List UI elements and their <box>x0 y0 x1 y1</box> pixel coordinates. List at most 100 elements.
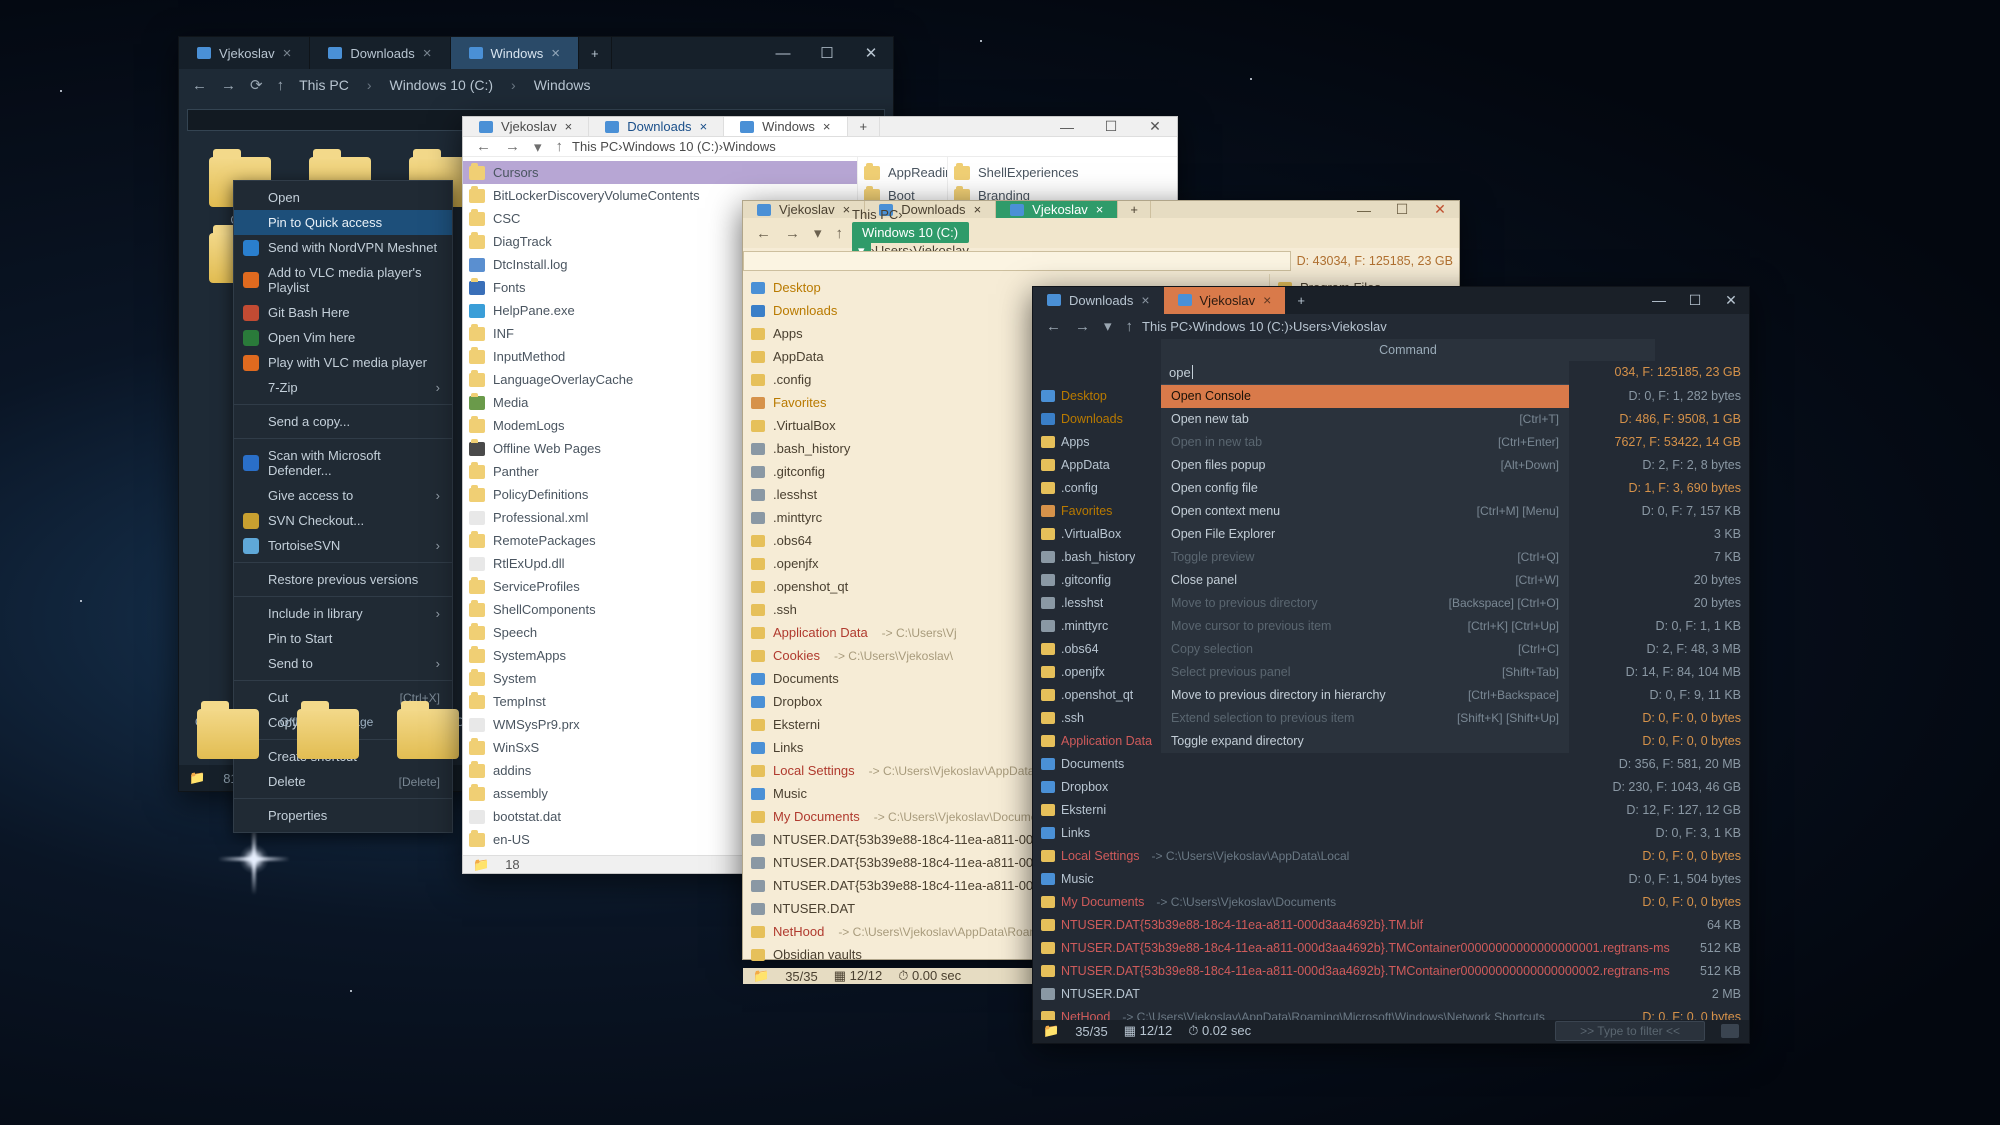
tab-vjekoslav[interactable]: Vjekoslav× <box>996 201 1118 218</box>
close-tab-icon[interactable]: × <box>283 45 292 62</box>
close-icon[interactable]: ✕ <box>1421 201 1459 218</box>
tab-windows[interactable]: Windows× <box>724 117 847 136</box>
file-row[interactable]: .lesshst <box>1033 592 1161 615</box>
settings-icon[interactable] <box>1721 1024 1739 1038</box>
crumb-segment[interactable]: Windows 10 (C:) <box>1193 319 1289 334</box>
command-search-input[interactable]: ope <box>1161 361 1569 385</box>
close-tab-icon[interactable]: × <box>1263 292 1271 308</box>
command-item[interactable]: Extend selection to previous item[Shift+… <box>1161 707 1569 730</box>
file-row[interactable]: NTUSER.DAT{53b39e88-18c4-11ea-a811-000d3… <box>1033 937 1749 960</box>
command-item[interactable]: Open context menu[Ctrl+M] [Menu] <box>1161 500 1569 523</box>
file-row[interactable]: .obs64 <box>1033 638 1161 661</box>
menu-item[interactable]: Send with NordVPN Meshnet <box>234 235 452 260</box>
new-tab-button[interactable]: + <box>1285 287 1317 314</box>
file-row[interactable]: AppData <box>1033 454 1161 477</box>
back-icon[interactable]: ← <box>471 138 496 155</box>
maximize-icon[interactable]: ☐ <box>805 37 849 69</box>
file-row[interactable]: .gitconfig <box>1033 569 1161 592</box>
file-row[interactable]: NTUSER.DAT{53b39e88-18c4-11ea-a811-000d3… <box>1033 914 1749 937</box>
tab-vjekoslav[interactable]: Vjekoslav× <box>179 37 310 69</box>
menu-item[interactable]: Pin to Start <box>234 626 452 651</box>
close-icon[interactable]: ✕ <box>1713 287 1749 314</box>
maximize-icon[interactable]: ☐ <box>1089 117 1133 136</box>
menu-item[interactable]: 7-Zip› <box>234 375 452 400</box>
file-row[interactable]: Desktop <box>1033 385 1161 408</box>
menu-item[interactable]: Restore previous versions <box>234 567 452 592</box>
close-tab-icon[interactable]: × <box>423 45 432 62</box>
crumb-segment[interactable]: This PC <box>293 75 355 95</box>
command-item[interactable]: Open in new tab[Ctrl+Enter] <box>1161 431 1569 454</box>
menu-item[interactable]: Send a copy... <box>234 409 452 434</box>
tab-downloads[interactable]: Downloads× <box>589 117 724 136</box>
refresh-icon[interactable]: ⟳ <box>245 76 268 94</box>
command-item[interactable]: Open new tab[Ctrl+T] <box>1161 408 1569 431</box>
file-row[interactable]: AppReadiness <box>858 161 947 184</box>
crumb-segment[interactable]: This PC <box>1142 319 1188 334</box>
menu-item[interactable]: Scan with Microsoft Defender... <box>234 443 452 483</box>
minimize-icon[interactable]: — <box>1045 117 1089 136</box>
command-item[interactable]: Move cursor to previous item[Ctrl+K] [Ct… <box>1161 615 1569 638</box>
file-row[interactable]: .openshot_qt <box>1033 684 1161 707</box>
crumb-segment[interactable]: Windows <box>723 139 776 154</box>
file-row[interactable]: NTUSER.DAT{53b39e88-18c4-11ea-a811-000d3… <box>1033 960 1749 983</box>
menu-item[interactable]: Add to VLC media player's Playlist <box>234 260 452 300</box>
crumb-segment[interactable]: Windows 10 (C:) <box>623 139 719 154</box>
file-row[interactable]: Cursors <box>463 161 857 184</box>
file-row[interactable]: Application Data <box>1033 730 1161 753</box>
file-row[interactable]: EksterniD: 12, F: 127, 12 GB <box>1033 799 1749 822</box>
menu-item[interactable]: Pin to Quick access <box>234 210 452 235</box>
menu-item[interactable]: Include in library› <box>234 601 452 626</box>
file-row[interactable]: Apps <box>1033 431 1161 454</box>
back-icon[interactable]: ← <box>1041 318 1066 335</box>
command-item[interactable]: Open config file <box>1161 477 1569 500</box>
breadcrumb[interactable]: This PC›Windows 10 (C:)›Windows <box>572 139 776 154</box>
crumb-segment[interactable]: Users <box>1293 319 1327 334</box>
new-tab-button[interactable]: + <box>848 117 881 136</box>
command-item[interactable]: Move to previous directory[Backspace] [C… <box>1161 592 1569 615</box>
close-tab-icon[interactable]: × <box>974 202 982 217</box>
menu-item[interactable]: Play with VLC media player <box>234 350 452 375</box>
history-icon[interactable]: ▾ <box>809 224 827 242</box>
file-row[interactable]: NTUSER.DAT2 MB <box>1033 983 1749 1006</box>
breadcrumb[interactable]: This PC›Windows 10 (C:)›Windows <box>293 75 596 95</box>
crumb-segment[interactable]: This PC <box>852 207 898 222</box>
maximize-icon[interactable]: ☐ <box>1677 287 1713 314</box>
close-tab-icon[interactable]: × <box>551 45 560 62</box>
file-row[interactable]: Local Settings-> C:\Users\Vjekoslav\AppD… <box>1033 845 1749 868</box>
menu-item[interactable]: SVN Checkout... <box>234 508 452 533</box>
tab-windows[interactable]: Windows× <box>451 37 580 69</box>
up-icon[interactable]: ↑ <box>272 77 290 94</box>
forward-icon[interactable]: → <box>216 77 241 94</box>
command-item[interactable]: Open files popup[Alt+Down] <box>1161 454 1569 477</box>
menu-item[interactable]: Git Bash Here <box>234 300 452 325</box>
tab-vjekoslav[interactable]: Vjekoslav× <box>463 117 589 136</box>
file-row[interactable]: .config <box>1033 477 1161 500</box>
crumb-segment[interactable]: Windows 10 (C:) <box>384 75 499 95</box>
crumb-segment[interactable]: Windows <box>528 75 597 95</box>
file-row[interactable]: .VirtualBox <box>1033 523 1161 546</box>
menu-item[interactable]: Properties <box>234 803 452 828</box>
menu-item[interactable]: Give access to› <box>234 483 452 508</box>
tab-vjekoslav[interactable]: Vjekoslav× <box>1164 287 1286 314</box>
command-item[interactable]: Open Console <box>1161 385 1569 408</box>
address-input[interactable] <box>743 251 1291 271</box>
command-item[interactable]: Toggle preview[Ctrl+Q] <box>1161 546 1569 569</box>
close-tab-icon[interactable]: × <box>700 119 708 134</box>
filter-input[interactable]: >> Type to filter << <box>1555 1021 1705 1041</box>
command-item[interactable]: Close panel[Ctrl+W] <box>1161 569 1569 592</box>
tab-downloads[interactable]: Downloads× <box>310 37 450 69</box>
file-row[interactable]: Downloads <box>1033 408 1161 431</box>
file-row[interactable]: DocumentsD: 356, F: 581, 20 MB <box>1033 753 1749 776</box>
file-row[interactable]: LinksD: 0, F: 3, 1 KB <box>1033 822 1749 845</box>
minimize-icon[interactable]: — <box>1641 287 1677 314</box>
tab-downloads[interactable]: Downloads× <box>1033 287 1164 314</box>
tab-vjekoslav[interactable]: Vjekoslav× <box>743 201 865 218</box>
menu-item[interactable]: Open Vim here <box>234 325 452 350</box>
breadcrumb[interactable]: This PC›Windows 10 (C:)›Users›Viekoslav <box>1142 319 1387 334</box>
forward-icon[interactable]: → <box>1070 318 1095 335</box>
close-tab-icon[interactable]: × <box>823 119 831 134</box>
file-row[interactable]: .minttyrc <box>1033 615 1161 638</box>
close-tab-icon[interactable]: × <box>565 119 573 134</box>
close-tab-icon[interactable]: × <box>843 202 851 217</box>
command-item[interactable]: Select previous panel[Shift+Tab] <box>1161 661 1569 684</box>
